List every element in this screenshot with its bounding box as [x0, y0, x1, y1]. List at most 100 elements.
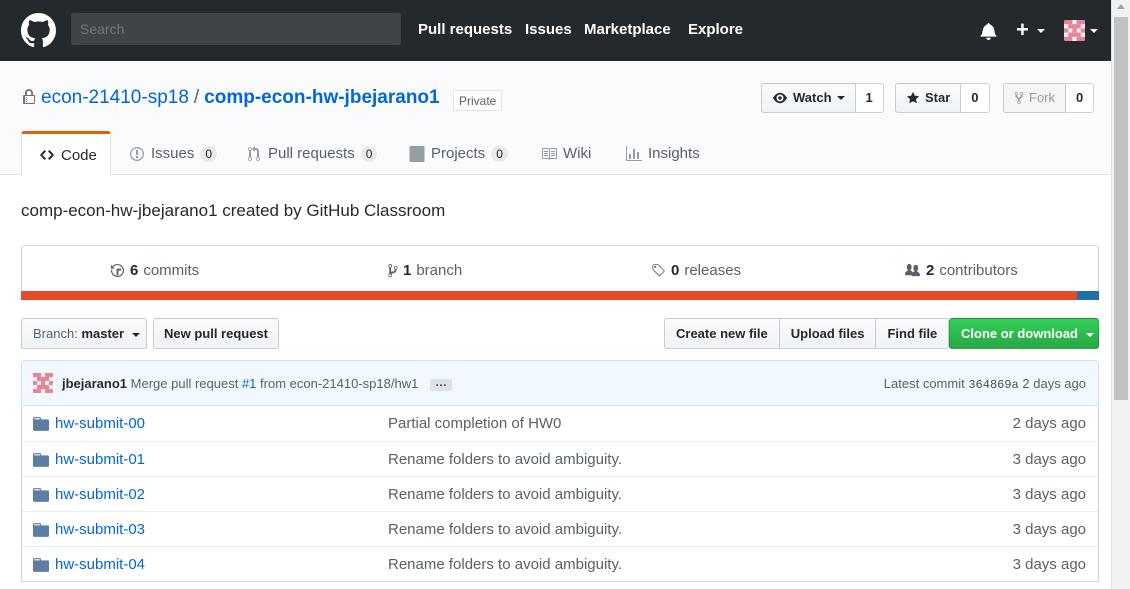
commit-message: jbejarano1 Merge pull request #1 from ec…: [62, 376, 452, 391]
table-row: hw-submit-01 Rename folders to avoid amb…: [22, 441, 1098, 476]
file-commit-message[interactable]: Rename folders to avoid ambiguity.: [388, 451, 622, 468]
chevron-down-icon: [131, 332, 140, 337]
folder-icon: [33, 417, 49, 431]
tab-pull-requests[interactable]: Pull requests 0: [246, 131, 378, 176]
repo-title: econ-21410-sp18/comp-econ-hw-jbejarano1: [41, 87, 440, 109]
watch-button[interactable]: Watch: [761, 83, 856, 113]
repo-owner-link[interactable]: econ-21410-sp18: [41, 87, 189, 108]
tab-insights[interactable]: Insights: [626, 131, 700, 176]
table-row: hw-submit-03 Rename folders to avoid amb…: [22, 511, 1098, 546]
watch-count[interactable]: 1: [855, 83, 884, 113]
nav-pull-requests[interactable]: Pull requests: [418, 21, 512, 38]
book-icon: [542, 147, 557, 160]
fork-icon: [1014, 91, 1024, 105]
pr-link[interactable]: #1: [242, 376, 256, 391]
commit-sha-link[interactable]: 364869a: [968, 378, 1018, 392]
branches-link[interactable]: 1 branch: [388, 262, 462, 279]
scroll-up-icon[interactable]: [1117, 4, 1125, 9]
pull-request-icon: [248, 145, 260, 161]
commit-author-link[interactable]: jbejarano1: [62, 376, 127, 391]
branch-select-button[interactable]: Branch: master: [21, 318, 147, 349]
file-commit-message[interactable]: Rename folders to avoid ambiguity.: [388, 556, 622, 573]
commits-count: 6: [130, 262, 139, 279]
folder-icon: [33, 558, 49, 572]
releases-link[interactable]: 0 releases: [651, 262, 741, 279]
user-avatar[interactable]: [1064, 20, 1085, 41]
chevron-down-icon: [836, 96, 845, 100]
fork-group: Fork 0: [1003, 83, 1095, 113]
nav-explore[interactable]: Explore: [688, 21, 743, 38]
tab-label: Issues: [151, 145, 195, 162]
tab-projects[interactable]: Projects 0: [409, 131, 508, 176]
table-row: hw-submit-00 Partial completion of HW0 2…: [22, 406, 1098, 441]
clone-download-button[interactable]: Clone or download: [949, 318, 1099, 349]
file-age: 3 days ago: [1012, 521, 1086, 538]
chevron-down-icon[interactable]: [1090, 29, 1098, 33]
tab-code[interactable]: Code: [21, 131, 111, 176]
file-name-link[interactable]: hw-submit-00: [55, 415, 145, 432]
file-commit-message[interactable]: Rename folders to avoid ambiguity.: [388, 486, 622, 503]
branch-icon: [388, 263, 398, 278]
branch-label: branch: [416, 262, 463, 279]
file-age: 3 days ago: [1012, 486, 1086, 503]
commits-link[interactable]: 6 commits: [110, 262, 199, 279]
tab-label: Pull requests: [268, 145, 355, 162]
tab-wiki[interactable]: Wiki: [541, 131, 591, 176]
find-file-button[interactable]: Find file: [875, 318, 950, 349]
file-name-link[interactable]: hw-submit-04: [55, 556, 145, 573]
star-group: Star 0: [895, 83, 990, 113]
plus-icon[interactable]: +: [1016, 19, 1029, 41]
commit-text[interactable]: from econ-21410-sp18/hw1: [260, 376, 418, 391]
page-scrollbar[interactable]: [1111, 0, 1130, 589]
nav-marketplace[interactable]: Marketplace: [584, 21, 671, 38]
file-name-link[interactable]: hw-submit-02: [55, 486, 145, 503]
pull-requests-counter: 0: [360, 145, 378, 162]
releases-label: releases: [684, 262, 742, 279]
tag-icon: [652, 263, 665, 277]
repo-description: comp-econ-hw-jbejarano1 created by GitHu…: [21, 201, 446, 220]
table-row: hw-submit-04 Rename folders to avoid amb…: [22, 546, 1098, 581]
issue-icon: [130, 146, 144, 161]
create-new-file-button[interactable]: Create new file: [664, 318, 780, 349]
fork-count[interactable]: 0: [1066, 83, 1095, 113]
bell-icon[interactable]: [980, 22, 997, 40]
github-logo-icon[interactable]: [21, 13, 56, 48]
commit-text[interactable]: Merge pull request: [131, 376, 239, 391]
chevron-down-icon[interactable]: [1037, 29, 1045, 33]
issues-counter: 0: [200, 145, 218, 162]
repo-name-link[interactable]: comp-econ-hw-jbejarano1: [204, 87, 439, 108]
star-icon: [906, 91, 920, 104]
branch-count: 1: [403, 262, 412, 279]
file-name-link[interactable]: hw-submit-03: [55, 521, 145, 538]
star-button[interactable]: Star: [895, 83, 962, 113]
people-icon: [905, 263, 920, 277]
new-pull-request-button[interactable]: New pull request: [153, 318, 279, 349]
tab-label: Wiki: [563, 145, 592, 162]
author-avatar[interactable]: [33, 373, 53, 393]
watch-label: Watch: [793, 90, 832, 105]
watch-group: Watch 1: [761, 83, 884, 113]
search-input[interactable]: [71, 13, 401, 45]
file-commit-message[interactable]: Rename folders to avoid ambiguity.: [388, 521, 622, 538]
history-icon: [110, 263, 125, 278]
tab-issues[interactable]: Issues 0: [129, 131, 218, 176]
file-commit-message[interactable]: Partial completion of HW0: [388, 415, 561, 432]
star-count[interactable]: 0: [961, 83, 990, 113]
commit-age: 2 days ago: [1022, 376, 1086, 391]
chevron-down-icon: [1085, 332, 1094, 337]
scrollbar-thumb[interactable]: [1114, 17, 1128, 400]
fork-button[interactable]: Fork: [1003, 83, 1066, 113]
top-header: Pull requests Issues Marketplace Explore…: [0, 0, 1111, 61]
expand-commit-button[interactable]: …: [429, 376, 452, 391]
file-age: 3 days ago: [1012, 451, 1086, 468]
language-bar[interactable]: [21, 291, 1099, 300]
contributors-link[interactable]: 2 contributors: [904, 262, 1018, 279]
file-name-link[interactable]: hw-submit-01: [55, 451, 145, 468]
releases-count: 0: [671, 262, 680, 279]
github-repo-page: Pull requests Issues Marketplace Explore…: [0, 0, 1130, 589]
code-icon: [40, 150, 54, 160]
latest-commit-info: Latest commit 364869a 2 days ago: [884, 376, 1086, 392]
upload-files-button[interactable]: Upload files: [778, 318, 877, 349]
tab-label: Code: [61, 146, 97, 164]
nav-issues[interactable]: Issues: [525, 21, 572, 38]
